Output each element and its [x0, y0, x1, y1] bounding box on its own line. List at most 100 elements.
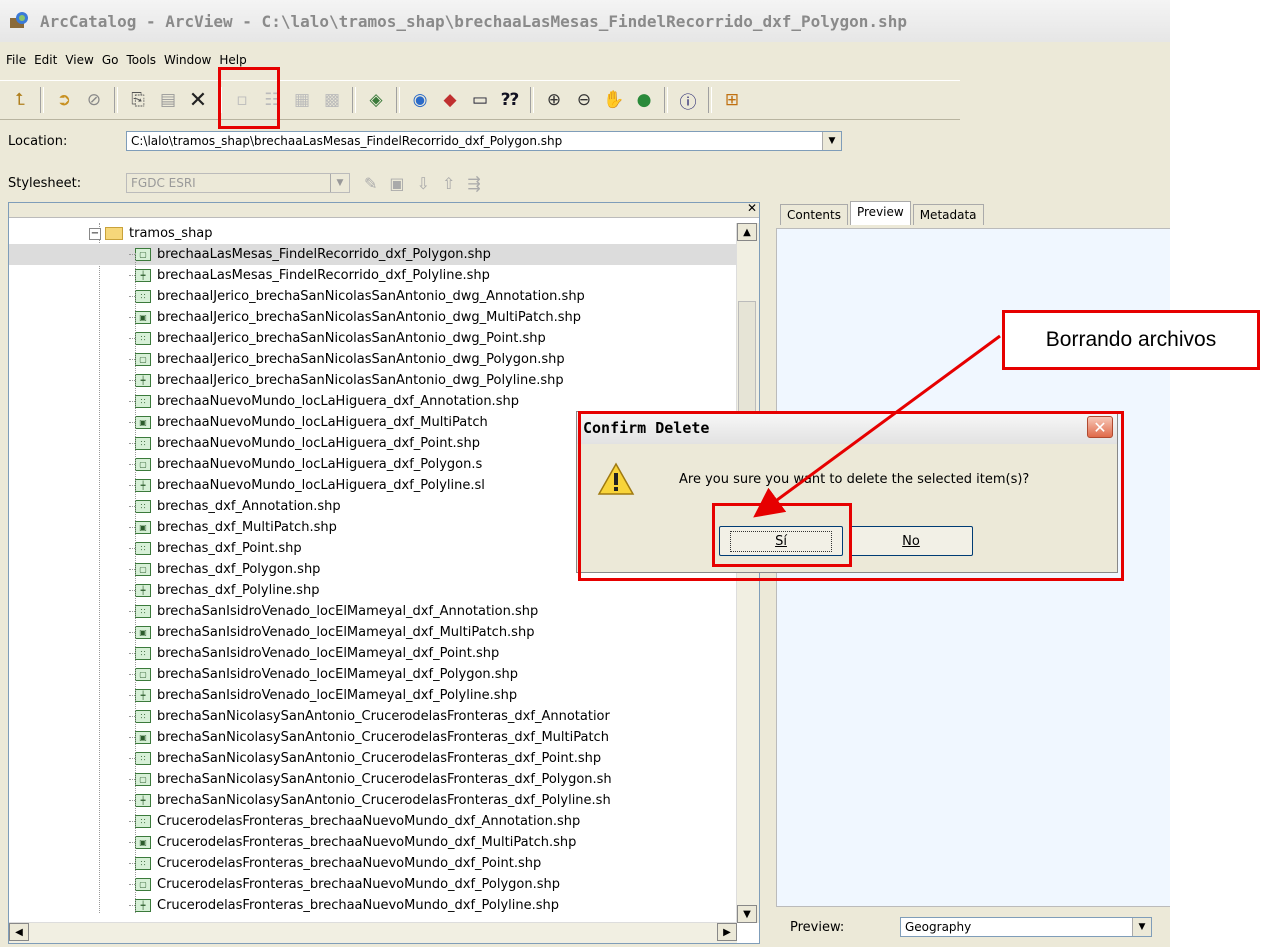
tree-item[interactable]: ▢ brechaSanNicolasySanAntonio_Crucerodela… [9, 769, 737, 790]
location-combo[interactable]: C:\lalo\tramos_shap\brechaaLasMesas_Find… [126, 131, 842, 151]
menu-go[interactable]: Go [102, 53, 119, 67]
launch-arcmap-icon[interactable]: ◈ [362, 86, 390, 114]
chevron-down-icon[interactable]: ▼ [822, 132, 841, 150]
tree-vertical-scrollbar[interactable]: ▲ ▼ [736, 223, 759, 923]
collapse-icon[interactable]: − [89, 227, 101, 240]
toolbar-separator [530, 87, 534, 113]
pan-icon[interactable]: ✋ [600, 86, 628, 114]
scroll-down-icon[interactable]: ▼ [737, 905, 757, 923]
tree-item[interactable]: ∷ CrucerodelasFronteras_brechaaNuevoMundo… [9, 853, 737, 874]
list-icon[interactable]: ☷ [258, 86, 286, 114]
tree-item[interactable]: ∷ brechaalJerico_brechaSanNicolasSanAnton… [9, 286, 737, 307]
zoom-out-icon[interactable]: ⊖ [570, 86, 598, 114]
tree-item[interactable]: ∷ brechaalJerico_brechaSanNicolasSanAnton… [9, 328, 737, 349]
dialog-title-bar[interactable]: Confirm Delete ✕ [577, 412, 1117, 444]
create-thumbnail-icon[interactable]: ⊞ [718, 86, 746, 114]
metadata-properties-icon[interactable]: ▣ [389, 174, 404, 193]
close-icon[interactable]: ✕ [1087, 416, 1113, 438]
close-icon[interactable]: ✕ [747, 201, 757, 215]
polygon-shapefile-icon: ▢ [135, 668, 151, 681]
tree-item[interactable]: ▣ brechaSanNicolasySanAntonio_Crucerodela… [9, 727, 737, 748]
point-shapefile-icon: ∷ [135, 647, 151, 660]
tree-item[interactable]: ┿ brechaaLasMesas_FindelRecorrido_dxf_Pol… [9, 265, 737, 286]
menu-view[interactable]: View [65, 53, 93, 67]
tree-item[interactable]: ┿ brechaSanNicolasySanAntonio_Crucerodela… [9, 790, 737, 811]
tree-item[interactable]: ┿ brechas_dxf_Polyline.shp [9, 580, 737, 601]
details-icon[interactable]: ▦ [288, 86, 316, 114]
tree-item[interactable]: ┿ brechaSanIsidroVenado_locElMameyal_dxf_… [9, 685, 737, 706]
up-one-level-icon[interactable]: ⮤ [6, 86, 34, 114]
update-metadata-icon[interactable]: ⇶ [467, 174, 480, 193]
search-icon[interactable]: ◉ [406, 86, 434, 114]
warning-icon [597, 462, 635, 495]
import-metadata-icon[interactable]: ⇩ [417, 174, 430, 193]
thumbnails-icon[interactable]: ▩ [318, 86, 346, 114]
arccatalog-app-icon [10, 12, 28, 28]
scroll-right-icon[interactable]: ▶ [717, 923, 737, 941]
tab-metadata[interactable]: Metadata [912, 204, 984, 225]
menu-file[interactable]: File [6, 53, 26, 67]
folder-node[interactable]: − tramos_shap [9, 223, 737, 244]
point-shapefile-icon: ∷ [135, 332, 151, 345]
tree-item[interactable]: ∷ brechaSanIsidroVenado_locElMameyal_dxf_… [9, 601, 737, 622]
annotation-callout: Borrando archivos [1002, 310, 1260, 370]
edit-metadata-icon[interactable]: ✎ [364, 174, 377, 193]
preview-type-select[interactable]: Geography ▼ [900, 917, 1152, 937]
tree-item-label: brechaaNuevoMundo_locLaHiguera_dxf_Polyg… [157, 457, 483, 472]
title-bar[interactable]: ArcCatalog - ArcView - C:\lalo\tramos_sh… [0, 0, 1170, 42]
stylesheet-combo[interactable]: FGDC ESRI ▼ [126, 173, 350, 193]
export-metadata-icon[interactable]: ⇧ [442, 174, 455, 193]
yes-button-label: Sí [730, 530, 832, 552]
tree-item[interactable]: ∷ brechaSanNicolasySanAntonio_Crucerodela… [9, 706, 737, 727]
menu-bar: File Edit View Go Tools Window Help [0, 48, 1170, 72]
polygon-shapefile-icon: ▢ [135, 353, 151, 366]
full-extent-icon[interactable]: ● [630, 86, 658, 114]
identify-icon[interactable]: ⓘ [674, 86, 702, 114]
tree-item[interactable]: ▢ CrucerodelasFronteras_brechaaNuevoMundo… [9, 874, 737, 895]
tree-item[interactable]: ▢ brechaSanIsidroVenado_locElMameyal_dxf_… [9, 664, 737, 685]
disconnect-folder-icon[interactable]: ⊘ [80, 86, 108, 114]
menu-help[interactable]: Help [219, 53, 246, 67]
stylesheet-value: FGDC ESRI [131, 176, 196, 190]
tree-item[interactable]: ∷ brechaSanIsidroVenado_locElMameyal_dxf_… [9, 643, 737, 664]
toolbar-separator [114, 87, 118, 113]
copy-icon[interactable]: ⎘ [124, 86, 152, 114]
tree-item-label: brechaaNuevoMundo_locLaHiguera_dxf_Annot… [157, 394, 519, 409]
scroll-left-icon[interactable]: ◀ [9, 923, 29, 941]
tree-item[interactable]: ∷ CrucerodelasFronteras_brechaaNuevoMundo… [9, 811, 737, 832]
tree-item-label: brechaSanIsidroVenado_locElMameyal_dxf_A… [157, 604, 539, 619]
whats-this-icon[interactable]: ⁇ [496, 86, 524, 114]
menu-edit[interactable]: Edit [34, 53, 57, 67]
tree-item-label: brechaalJerico_brechaSanNicolasSanAntoni… [157, 352, 565, 367]
point-shapefile-icon: ∷ [135, 752, 151, 765]
arctoolbox-icon[interactable]: ◆ [436, 86, 464, 114]
zoom-in-icon[interactable]: ⊕ [540, 86, 568, 114]
chevron-down-icon[interactable]: ▼ [1132, 918, 1151, 936]
tree-item[interactable]: ∷ brechaaNuevoMundo_locLaHiguera_dxf_Anno… [9, 391, 737, 412]
delete-icon[interactable]: ✕ [184, 86, 212, 114]
yes-button[interactable]: Sí [719, 526, 843, 556]
point-shapefile-icon: ∷ [135, 437, 151, 450]
tree-item[interactable]: ▣ CrucerodelasFronteras_brechaaNuevoMundo… [9, 832, 737, 853]
tree-item[interactable]: ▣ brechaalJerico_brechaSanNicolasSanAnton… [9, 307, 737, 328]
tree-horizontal-scrollbar[interactable]: ◀ ▶ [9, 922, 737, 943]
menu-window[interactable]: Window [164, 53, 211, 67]
tab-preview[interactable]: Preview [849, 201, 911, 225]
scroll-up-icon[interactable]: ▲ [737, 223, 757, 241]
tree-item[interactable]: ┿ brechaalJerico_brechaSanNicolasSanAnton… [9, 370, 737, 391]
polyline-shapefile-icon: ┿ [135, 899, 151, 912]
tree-item[interactable]: ∷ brechaSanNicolasySanAntonio_Crucerodela… [9, 748, 737, 769]
tree-item-label: brechaSanNicolasySanAntonio_Crucerodelas… [157, 709, 610, 724]
tab-contents[interactable]: Contents [780, 204, 848, 225]
no-button[interactable]: No [849, 526, 973, 556]
tree-item[interactable]: ▣ brechaSanIsidroVenado_locElMameyal_dxf_… [9, 622, 737, 643]
chevron-down-icon[interactable]: ▼ [330, 174, 349, 192]
paste-icon[interactable]: ▤ [154, 86, 182, 114]
large-icons-icon[interactable]: ▫ [228, 86, 256, 114]
command-line-icon[interactable]: ▭ [466, 86, 494, 114]
tree-item[interactable]: ┿ CrucerodelasFronteras_brechaaNuevoMundo… [9, 895, 737, 916]
connect-folder-icon[interactable]: ➲ [50, 86, 78, 114]
tree-item[interactable]: ▢ brechaalJerico_brechaSanNicolasSanAnton… [9, 349, 737, 370]
tree-item[interactable]: ▢ brechaaLasMesas_FindelRecorrido_dxf_Pol… [9, 244, 737, 265]
menu-tools[interactable]: Tools [126, 53, 156, 67]
